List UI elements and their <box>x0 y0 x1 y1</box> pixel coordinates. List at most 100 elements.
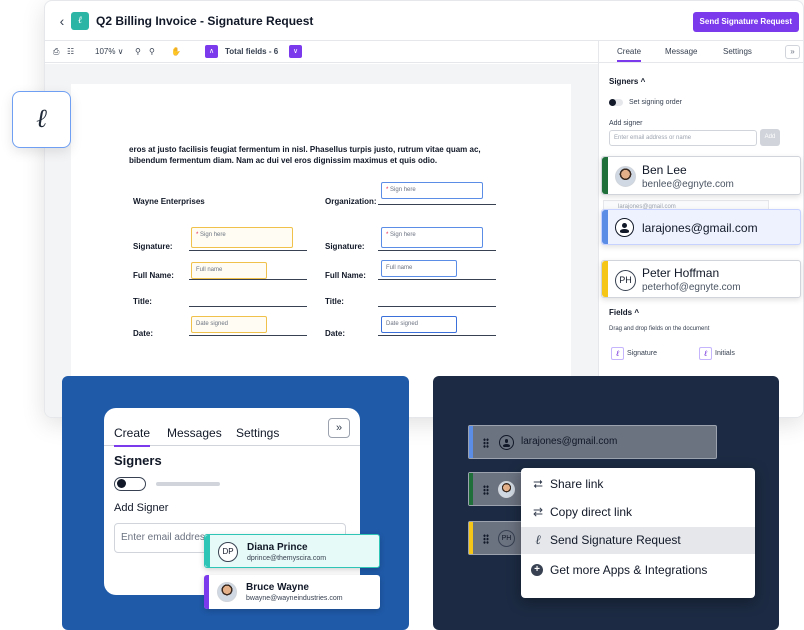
title-label-left: Title: <box>133 297 152 306</box>
context-menu-showcase: larajones@gmail.com PH ⮂ Share link ⇄ Copy… <box>433 376 779 630</box>
back-chevron-icon[interactable]: ‹ <box>55 13 69 29</box>
fields-heading[interactable]: Fields ^ <box>609 308 639 317</box>
document-signature-icon: ℓ <box>71 12 89 30</box>
document-toolbar: ⎙ ☷ 107% ∨ ⚲ ⚲ ✋ ∧ Total fields - 6 ∨ <box>45 41 598 63</box>
menu-item-get-more-apps[interactable]: + Get more Apps & Integrations <box>521 557 755 584</box>
pan-hand-icon[interactable]: ✋ <box>171 46 181 58</box>
tab-create[interactable]: Create <box>617 47 642 62</box>
tab-settings[interactable]: Settings <box>236 426 279 440</box>
signer-email: peterhof@egnyte.com <box>642 282 741 293</box>
drag-handle-icon[interactable] <box>483 485 489 495</box>
signers-heading: Signers <box>114 453 162 468</box>
signer-email: bwayne@wayneindustries.com <box>246 595 343 602</box>
plus-circle-icon: + <box>531 564 543 576</box>
signer-email: dprince@themyscira.com <box>247 555 327 562</box>
fullname-label-right: Full Name: <box>325 271 366 280</box>
document-page: eros at justo facilisis feugiat fermentu… <box>71 84 571 417</box>
organization-label: Organization: <box>325 197 377 206</box>
drag-handle-icon[interactable] <box>483 438 489 448</box>
menu-item-share-link[interactable]: ⮂ Share link <box>521 471 755 498</box>
menu-item-copy-direct-link[interactable]: ⇄ Copy direct link <box>521 499 755 526</box>
signer-color-bar <box>469 473 473 505</box>
drag-handle-icon[interactable] <box>483 534 489 544</box>
signer-card-ben-lee[interactable]: Ben Lee benlee@egnyte.com <box>601 156 801 195</box>
date-label-right: Date: <box>325 329 346 338</box>
signature-label-left: Signature: <box>133 242 173 251</box>
signer-card-bruce-wayne[interactable]: Bruce Wayne bwayne@wayneindustries.com <box>204 575 380 609</box>
document-canvas: eros at justo facilisis feugiat fermentu… <box>45 64 598 417</box>
fields-hint: Drag and drop fields on the document <box>609 326 710 332</box>
field-chip-signature[interactable]: ℓ Signature <box>611 346 657 362</box>
signer-email: larajones@gmail.com <box>642 221 758 235</box>
signer-color-bar <box>602 157 608 194</box>
signer-color-bar <box>204 575 209 609</box>
tab-message[interactable]: Message <box>665 47 697 56</box>
signer-color-bar <box>469 522 473 554</box>
previous-field-icon[interactable]: ∧ <box>205 45 218 58</box>
placeholder-bar <box>156 482 220 486</box>
signature-icon: ℓ <box>535 533 541 548</box>
document-title: Q2 Billing Invoice - Signature Request <box>96 14 314 28</box>
share-icon: ⮂ <box>533 477 543 491</box>
avatar-initials: PH <box>498 530 515 547</box>
signer-email: larajones@gmail.com <box>521 436 618 447</box>
add-signer-button[interactable]: Add <box>760 129 780 146</box>
field-chip-initials[interactable]: ℓ Initials <box>699 346 735 362</box>
context-menu: ⮂ Share link ⇄ Copy direct link ℓ Send Sign… <box>521 468 755 598</box>
title-label-right: Title: <box>325 297 344 306</box>
fullname-field-right[interactable]: Full name <box>381 260 457 277</box>
user-icon <box>615 218 634 237</box>
signer-email: benlee@egnyte.com <box>642 179 734 190</box>
expand-panel-icon[interactable]: » <box>328 418 350 438</box>
tab-create[interactable]: Create <box>114 426 151 447</box>
signer-color-bar <box>205 535 210 567</box>
signer-name: Peter Hoffman <box>642 266 720 280</box>
collapse-panel-icon[interactable]: » <box>785 45 800 59</box>
print-icon[interactable]: ⎙ <box>53 46 59 58</box>
initials-field-icon: ℓ <box>699 346 712 360</box>
send-signature-request-button[interactable]: Send Signature Request <box>692 12 799 32</box>
avatar <box>615 166 636 187</box>
signer-email-input[interactable]: Enter email address or name <box>609 130 757 146</box>
date-field-left[interactable]: Date signed <box>191 316 267 333</box>
signing-order-toggle[interactable] <box>114 477 146 491</box>
next-field-icon[interactable]: ∨ <box>289 45 302 58</box>
signing-order-toggle[interactable] <box>609 99 623 106</box>
tab-settings[interactable]: Settings <box>723 47 752 56</box>
signer-color-bar <box>602 210 608 244</box>
total-fields-label: Total fields - 6 <box>225 47 279 56</box>
add-signer-label: Add Signer <box>114 502 169 514</box>
signer-card-diana-prince[interactable]: DP Diana Prince dprince@themyscira.com <box>204 534 380 568</box>
avatar <box>217 582 237 602</box>
marketing-composite: ‹ ℓ Q2 Billing Invoice - Signature Reque… <box>0 0 804 630</box>
signer-color-bar <box>469 426 473 458</box>
signer-row-ph[interactable]: PH <box>468 521 523 555</box>
menu-item-send-signature-request[interactable]: ℓ Send Signature Request <box>521 527 755 554</box>
settings-sliders-icon[interactable]: ☷ <box>67 46 74 58</box>
organization-sign-field[interactable]: * Sign here <box>381 182 483 199</box>
tab-messages[interactable]: Messages <box>167 426 222 440</box>
zoom-in-icon[interactable]: ⚲ <box>149 46 155 58</box>
title-bar: ‹ ℓ Q2 Billing Invoice - Signature Reque… <box>45 1 803 41</box>
signers-heading[interactable]: Signers ^ <box>609 77 645 86</box>
signature-field-right[interactable]: * Sign here <box>381 227 483 248</box>
signer-card-lara-jones[interactable]: larajones@gmail.com <box>601 209 801 245</box>
user-icon <box>499 435 514 450</box>
date-label-left: Date: <box>133 329 154 338</box>
signer-name: Ben Lee <box>642 163 687 177</box>
signer-name: Bruce Wayne <box>246 582 309 593</box>
signer-card-peter-hoffman[interactable]: PH Peter Hoffman peterhof@egnyte.com <box>601 260 801 298</box>
signer-row-photo[interactable] <box>468 472 523 506</box>
signature-field-icon: ℓ <box>611 346 624 360</box>
link-icon: ⇄ <box>532 505 544 519</box>
avatar-initials: PH <box>615 270 636 291</box>
signature-field-left[interactable]: * Sign here <box>191 227 293 248</box>
fullname-field-left[interactable]: Full name <box>191 262 267 279</box>
zoom-select[interactable]: 107% ∨ <box>95 46 124 58</box>
document-paragraph: eros at justo facilisis feugiat fermentu… <box>129 145 481 165</box>
signer-row-lara[interactable]: larajones@gmail.com <box>468 425 717 459</box>
zoom-out-icon[interactable]: ⚲ <box>135 46 141 58</box>
date-field-right[interactable]: Date signed <box>381 316 457 333</box>
signing-order-label: Set signing order <box>629 99 682 106</box>
signer-name: Diana Prince <box>247 542 308 553</box>
